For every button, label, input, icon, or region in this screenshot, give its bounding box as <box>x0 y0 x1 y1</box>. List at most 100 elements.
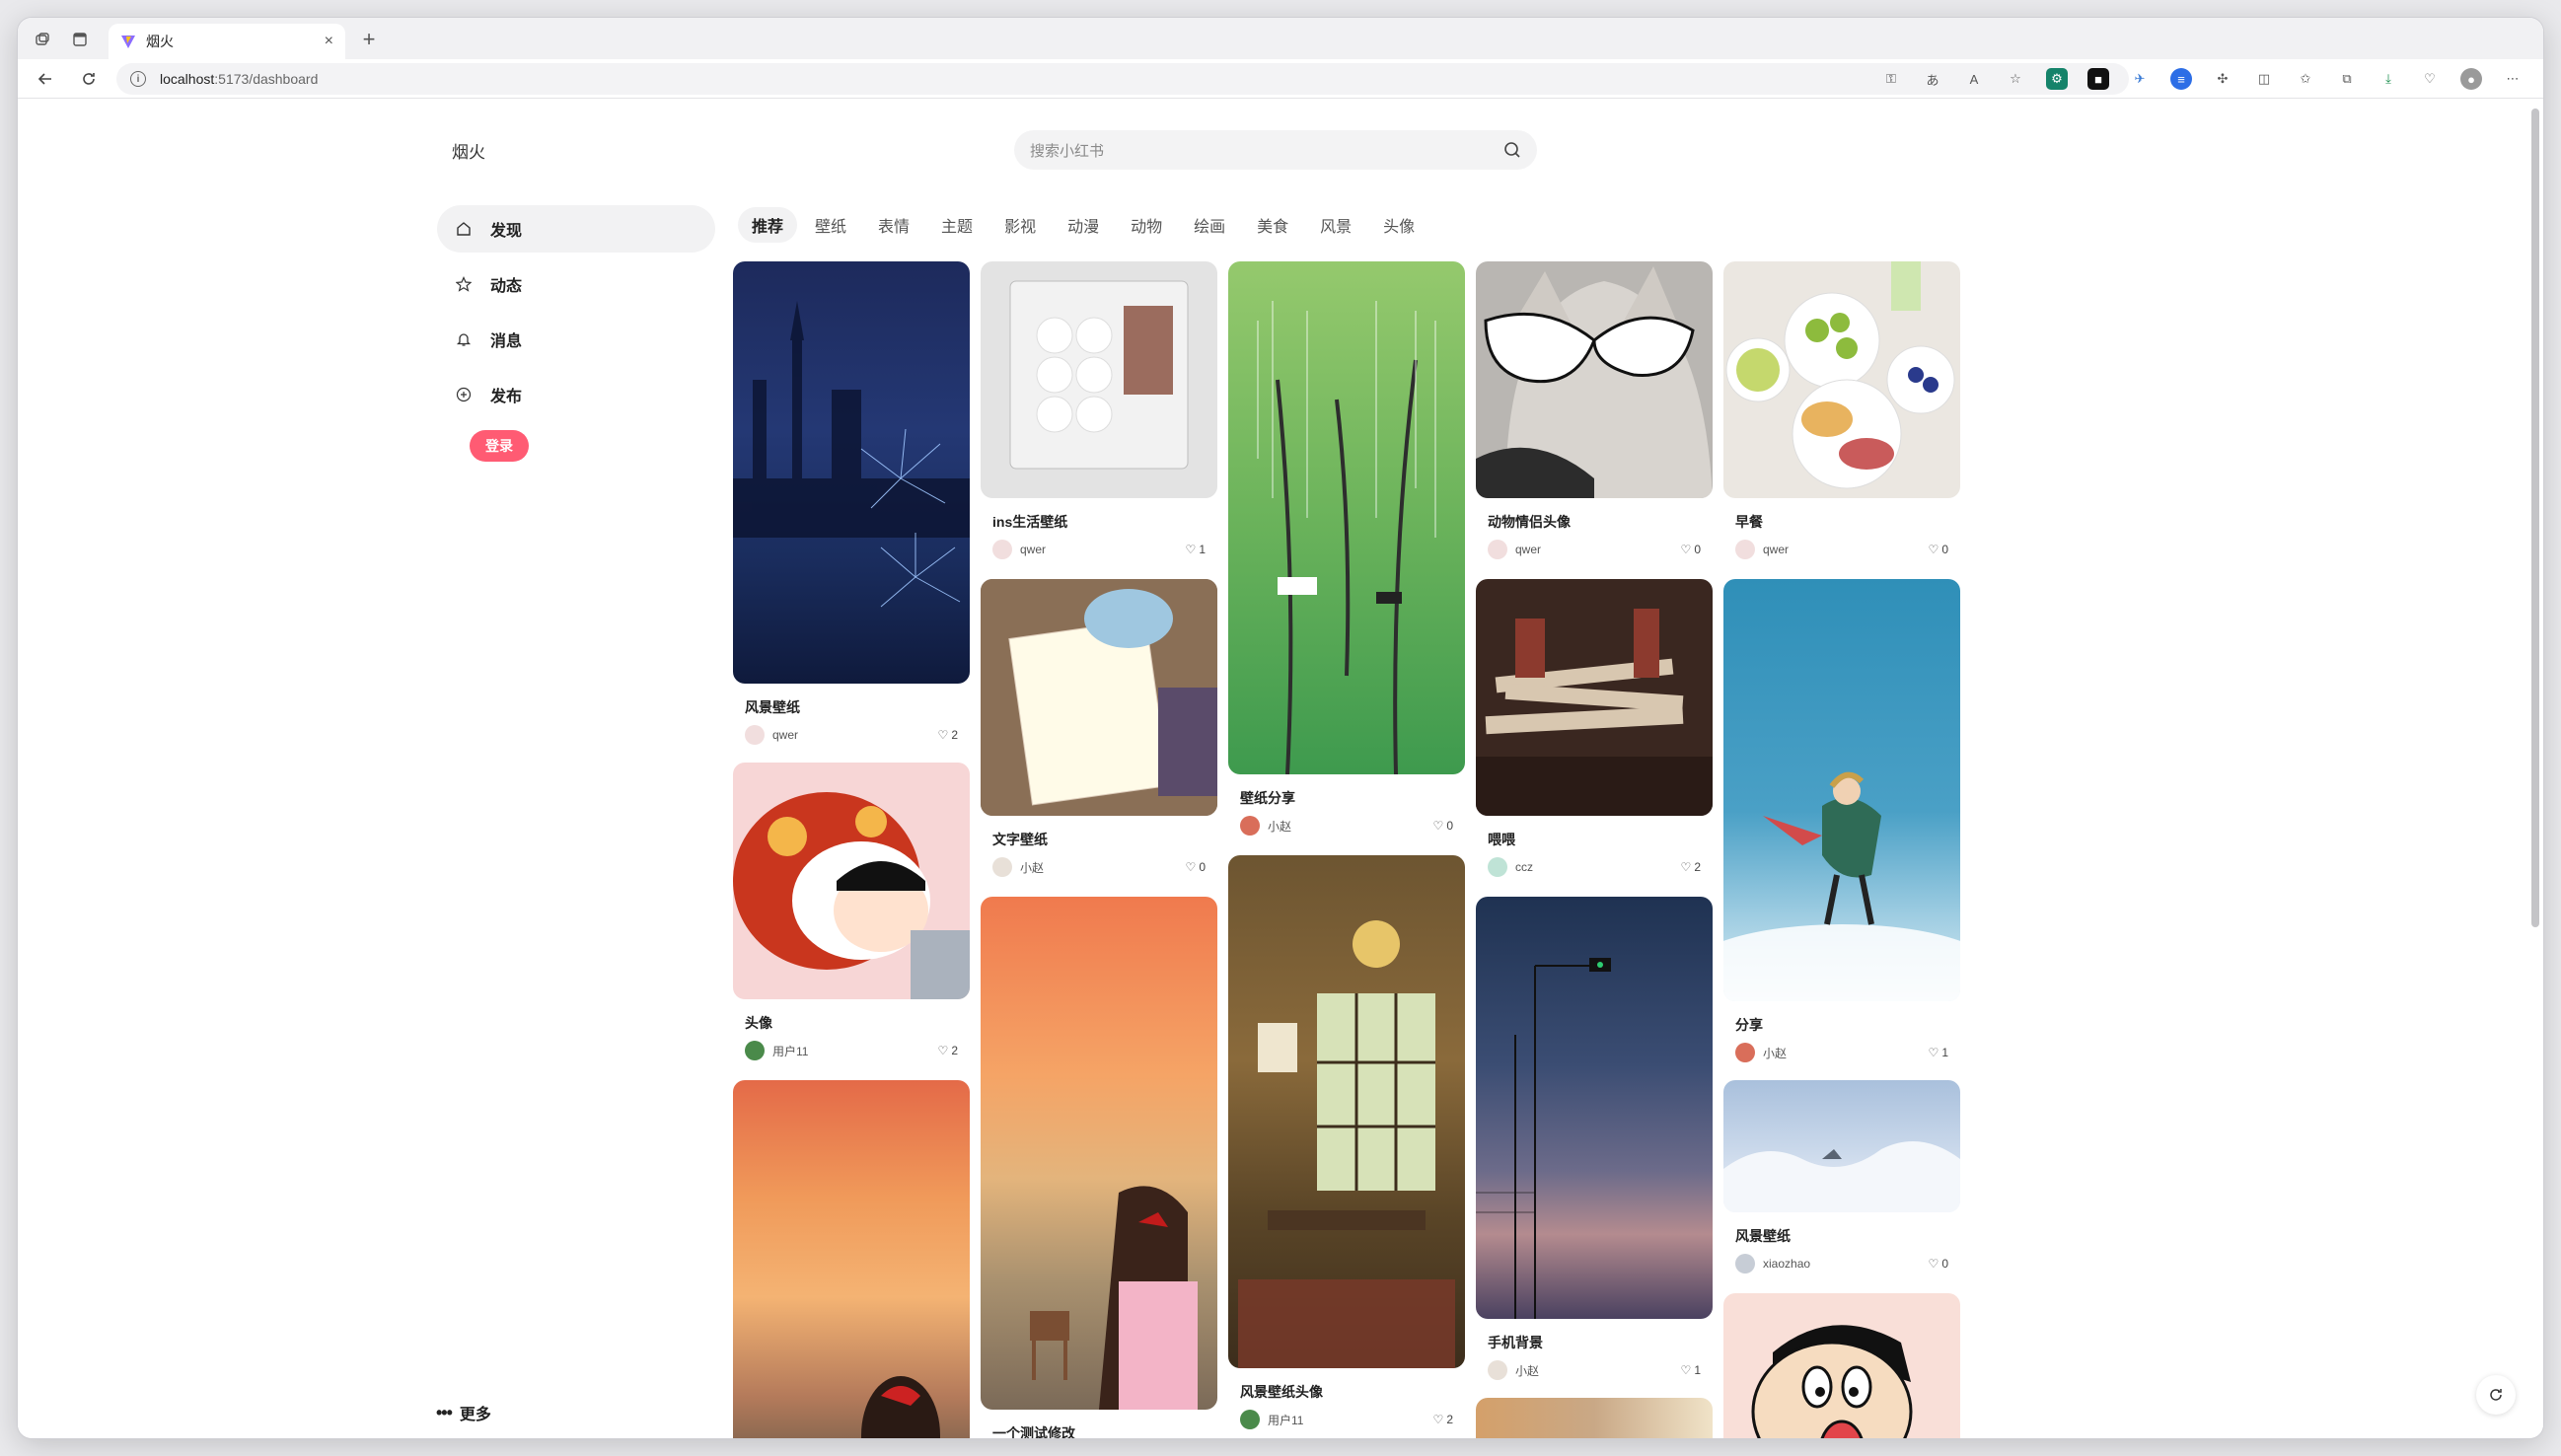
read-aloud-icon[interactable]: A <box>1963 68 1985 90</box>
avatar[interactable] <box>1488 540 1507 559</box>
like-button[interactable]: ♡ 2 <box>938 1044 958 1057</box>
back-icon[interactable] <box>34 67 57 91</box>
tab-channel-avatar[interactable]: 头像 <box>1369 207 1428 243</box>
tab-channel-emoji[interactable]: 表情 <box>864 207 923 243</box>
workspaces-icon[interactable] <box>32 29 53 50</box>
note-cover-image[interactable] <box>1723 579 1960 1001</box>
translate-icon[interactable]: あ <box>1922 68 1943 90</box>
note-card[interactable] <box>1476 1398 1713 1438</box>
sidebar-item-feed[interactable]: 动态 <box>437 260 715 308</box>
favorite-star-icon[interactable]: ☆ <box>2005 68 2026 90</box>
note-author[interactable]: 用户11 <box>1268 1412 1433 1428</box>
new-tab-icon[interactable]: + <box>355 26 383 53</box>
note-cover-image[interactable] <box>733 1080 970 1438</box>
avatar[interactable] <box>1735 540 1755 559</box>
avatar[interactable] <box>1735 1254 1755 1274</box>
note-cover-image[interactable] <box>1476 261 1713 498</box>
tab-channel-food[interactable]: 美食 <box>1243 207 1302 243</box>
like-button[interactable]: ♡ 0 <box>1929 1257 1948 1271</box>
tab-channel-theme[interactable]: 主题 <box>927 207 987 243</box>
collections-icon[interactable]: ⧉ <box>2336 68 2358 90</box>
profile-avatar-icon[interactable]: ● <box>2460 68 2482 90</box>
avatar[interactable] <box>1488 1360 1507 1380</box>
site-info-icon[interactable]: i <box>130 71 146 87</box>
tab-channel-wallpaper[interactable]: 壁纸 <box>801 207 860 243</box>
avatar[interactable] <box>1488 857 1507 877</box>
note-card[interactable] <box>733 1080 970 1438</box>
note-card[interactable]: 手机背景 小赵 ♡ 1 <box>1476 897 1713 1380</box>
refresh-button[interactable] <box>2476 1375 2516 1415</box>
like-button[interactable]: ♡ 0 <box>1929 543 1948 556</box>
note-author[interactable]: 小赵 <box>1763 1045 1929 1061</box>
sidebar-item-discover[interactable]: 发现 <box>437 205 715 253</box>
avatar[interactable] <box>992 857 1012 877</box>
note-card[interactable]: 风景壁纸 qwer ♡ 2 <box>733 261 970 745</box>
performance-icon[interactable]: ♡ <box>2419 68 2441 90</box>
search-input[interactable]: 搜索小红书 <box>1030 140 1503 161</box>
note-cover-image[interactable] <box>1476 1398 1713 1438</box>
more-menu[interactable]: ••• 更多 <box>436 1401 491 1424</box>
avatar[interactable] <box>1240 1410 1260 1429</box>
tab-channel-animals[interactable]: 动物 <box>1117 207 1176 243</box>
note-card[interactable]: 动物情侣头像 qwer ♡ 0 <box>1476 261 1713 559</box>
extension-blue-icon[interactable]: ≡ <box>2170 68 2192 90</box>
page-scrollbar[interactable] <box>2531 109 2539 927</box>
avatar[interactable] <box>745 725 765 745</box>
avatar[interactable] <box>745 1041 765 1060</box>
note-cover-image[interactable] <box>1476 579 1713 816</box>
note-author[interactable]: 小赵 <box>1515 1362 1681 1379</box>
key-icon[interactable]: ⚿ <box>1880 68 1902 90</box>
avatar[interactable] <box>1240 816 1260 836</box>
tab-channel-recommend[interactable]: 推荐 <box>738 207 798 243</box>
note-cover-image[interactable] <box>1476 897 1713 1319</box>
avatar[interactable] <box>992 540 1012 559</box>
sidebar-item-messages[interactable]: 消息 <box>437 316 715 363</box>
note-cover-image[interactable] <box>733 261 970 684</box>
note-card[interactable]: 早餐 qwer ♡ 0 <box>1723 261 1960 559</box>
note-cover-image[interactable] <box>1723 261 1960 498</box>
note-card[interactable]: 壁纸分享 小赵 ♡ 0 <box>1228 261 1465 836</box>
note-author[interactable]: qwer <box>1763 543 1929 556</box>
like-button[interactable]: ♡ 2 <box>938 728 958 742</box>
note-author[interactable]: ccz <box>1515 860 1681 874</box>
like-button[interactable]: ♡ 1 <box>1929 1046 1948 1059</box>
extension-plane-icon[interactable]: ✈ <box>2129 68 2151 90</box>
note-card[interactable]: 一个测试修改 <box>981 897 1217 1438</box>
tab-active[interactable]: 烟火 × <box>109 24 345 59</box>
like-button[interactable]: ♡ 2 <box>1433 1413 1453 1426</box>
like-button[interactable]: ♡ 0 <box>1186 860 1206 874</box>
login-button[interactable]: 登录 <box>470 430 529 462</box>
extension-dark-icon[interactable]: ■ <box>2087 68 2109 90</box>
sidebar-item-publish[interactable]: 发布 <box>437 371 715 418</box>
note-cover-image[interactable] <box>981 897 1217 1410</box>
like-button[interactable]: ♡ 1 <box>1681 1363 1701 1377</box>
tab-actions-icon[interactable] <box>69 29 91 50</box>
favorites-icon[interactable]: ✩ <box>2295 68 2316 90</box>
note-author[interactable]: qwer <box>1020 543 1186 556</box>
note-author[interactable]: qwer <box>772 728 938 742</box>
note-cover-image[interactable] <box>981 579 1217 816</box>
note-author[interactable]: 小赵 <box>1020 859 1186 876</box>
note-card[interactable]: 风景壁纸 xiaozhao ♡ 0 <box>1723 1080 1960 1274</box>
downloads-icon[interactable]: ⤓ <box>2378 68 2399 90</box>
reload-icon[interactable] <box>77 67 101 91</box>
note-card[interactable]: ins生活壁纸 qwer ♡ 1 <box>981 261 1217 559</box>
note-card[interactable]: 分享 小赵 ♡ 1 <box>1723 579 1960 1062</box>
tab-channel-scenery[interactable]: 风景 <box>1306 207 1365 243</box>
note-card[interactable] <box>1723 1293 1960 1438</box>
tab-channel-painting[interactable]: 绘画 <box>1180 207 1239 243</box>
like-button[interactable]: ♡ 1 <box>1186 543 1206 556</box>
note-author[interactable]: 小赵 <box>1268 818 1433 835</box>
note-cover-image[interactable] <box>733 763 970 999</box>
like-button[interactable]: ♡ 0 <box>1433 819 1453 833</box>
address-bar[interactable]: i localhost:5173/dashboard <box>116 63 2129 95</box>
note-card[interactable]: 喂喂 ccz ♡ 2 <box>1476 579 1713 877</box>
avatar[interactable] <box>1735 1043 1755 1062</box>
like-button[interactable]: ♡ 2 <box>1681 860 1701 874</box>
split-screen-icon[interactable]: ◫ <box>2253 68 2275 90</box>
extension-gear-icon[interactable]: ⚙ <box>2046 68 2068 90</box>
note-cover-image[interactable] <box>1228 855 1465 1368</box>
note-author[interactable]: xiaozhao <box>1763 1257 1929 1271</box>
note-author[interactable]: qwer <box>1515 543 1681 556</box>
tab-channel-anime[interactable]: 动漫 <box>1054 207 1113 243</box>
